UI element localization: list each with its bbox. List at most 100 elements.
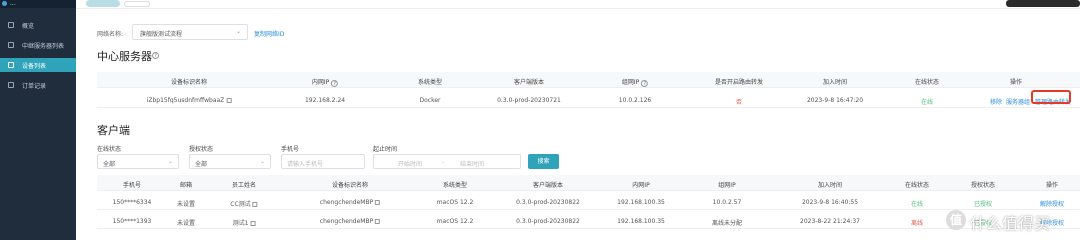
order-icon: [8, 82, 14, 88]
online-status-label: 在线状态: [97, 146, 122, 153]
sidebar-item-label: 中继服务器列表: [22, 43, 65, 50]
version-cell: 0.3.0-prod-20230721: [497, 97, 561, 104]
network-select[interactable]: 旗舰版测试流程 ⌄: [132, 24, 248, 40]
edit-icon[interactable]: [226, 98, 232, 103]
copy-network-id-link[interactable]: 复制网络ID: [254, 29, 284, 38]
edit-icon[interactable]: [252, 202, 258, 207]
phone-input[interactable]: 请输入手机号: [281, 154, 365, 169]
end-time-placeholder: 结束时间: [460, 161, 485, 168]
home-icon: [8, 22, 14, 28]
device-name-cell: chengchendeMBP: [320, 199, 381, 206]
net-ip-cell: 离线未分配: [711, 220, 743, 227]
column-header: 手机号: [122, 182, 142, 189]
chevron-down-icon: ⌄: [235, 28, 241, 35]
center-server-title: 中心服务器: [97, 50, 152, 63]
top-bar: [76, 0, 1080, 9]
column-header: 客户端版本: [532, 182, 564, 189]
sidebar: ... 概览 中继服务器列表 设备列表 订单记录: [0, 0, 76, 240]
client-table-header: 手机号 邮箱 员工姓名 设备标识名称 系统类型 客户端版本 内网IP 组网IP …: [97, 175, 1080, 191]
date-range-label: 起止时间: [373, 146, 398, 153]
online-status-select[interactable]: 全部 ⌄: [97, 154, 179, 169]
network-label: 网络名称:: [97, 31, 124, 38]
server-icon: [8, 42, 14, 48]
table-row: 150****6334 未设置 CC测试 chengchendeMBP macO…: [97, 194, 1080, 210]
column-header: 内网IP: [632, 182, 650, 189]
auth-status-label: 授权状态: [189, 146, 214, 153]
date-range-picker[interactable]: 开始时间 - 结束时间: [373, 154, 521, 169]
column-header: 是否开启路由转发: [714, 79, 764, 86]
column-header: 加入时间: [817, 182, 843, 189]
table-row: iZbp15fq5usdnfmffwbaaZ 192.168.2.24 Dock…: [97, 92, 1080, 108]
help-icon[interactable]: ?: [152, 52, 159, 59]
top-user-area[interactable]: [1006, 0, 1080, 7]
column-header: 组网IP ?: [622, 77, 649, 87]
column-header: 系统类型: [442, 182, 468, 189]
server-group-button[interactable]: 服务器组: [1006, 97, 1030, 106]
select-value: 全部: [103, 161, 116, 168]
watermark: 值 什么值得买: [946, 208, 1080, 240]
help-icon: ?: [641, 80, 649, 87]
name-cell: CC测试: [230, 199, 258, 208]
device-icon: [8, 62, 14, 68]
phone-cell: 150****6334: [112, 199, 152, 206]
sidebar-item-label: 概览: [22, 23, 35, 30]
os-cell: macOS 12.2: [436, 218, 474, 225]
routing-cell: 否: [735, 99, 743, 106]
name-cell: 测试1: [233, 218, 256, 227]
auth-status-select[interactable]: 全部 ⌄: [189, 154, 271, 169]
revoke-auth-button[interactable]: 解除授权: [1040, 199, 1064, 208]
top-chip[interactable]: [124, 1, 150, 7]
column-header: 组网IP: [718, 182, 736, 189]
chevron-down-icon: ⌄: [259, 158, 265, 165]
column-header: 在线状态: [914, 79, 940, 86]
version-cell: 0.3.0-prod-20230822: [516, 218, 580, 225]
column-header: 操作: [1009, 79, 1023, 86]
logo: ...: [0, 0, 76, 8]
version-cell: 0.3.0-prod-20230822: [516, 199, 580, 206]
top-tab-button[interactable]: [86, 0, 120, 7]
sidebar-item-label: 设备列表: [22, 63, 47, 70]
column-header: 在线状态: [904, 182, 930, 189]
auth-badge: 已授权: [973, 201, 993, 208]
sidebar-item-orders[interactable]: 订单记录: [0, 78, 76, 92]
lan-ip-cell: 192.168.100.35: [617, 218, 665, 225]
watermark-logo-icon: 值: [946, 210, 966, 230]
edit-icon[interactable]: [250, 221, 256, 226]
lan-ip-cell: 192.168.2.24: [304, 97, 346, 104]
device-name-cell: chengchendeMBP: [320, 218, 381, 225]
sidebar-item-relay-servers[interactable]: 中继服务器列表: [0, 38, 76, 52]
watermark-text: 什么值得买: [970, 214, 1051, 233]
remove-button[interactable]: 移除: [990, 97, 1002, 106]
column-header: 员工姓名: [231, 182, 257, 189]
joined-cell: 2023-9-8 16:40:55: [801, 199, 859, 206]
email-cell: 未设置: [176, 220, 196, 227]
lan-ip-cell: 192.168.100.35: [617, 199, 665, 206]
sidebar-item-label: 订单记录: [22, 83, 47, 90]
search-button[interactable]: 搜索: [528, 154, 559, 169]
status-badge: 离线: [910, 220, 924, 227]
status-badge: 在线: [910, 201, 924, 208]
column-header: 设备标识名称: [331, 182, 369, 189]
client-title: 客户端: [97, 124, 130, 137]
column-header: 设备标识名称: [170, 79, 208, 86]
net-ip-cell: 10.0.2.57: [712, 199, 742, 206]
phone-label: 手机号: [281, 146, 300, 153]
chevron-down-icon: ⌄: [167, 158, 173, 165]
status-badge: 在线: [920, 99, 934, 106]
column-header: 系统类型: [417, 79, 443, 86]
center-server-table-header: 设备标识名称 内网IP ? 系统类型 客户端版本 组网IP ? 是否开启路由转发…: [97, 72, 1080, 88]
joined-cell: 2023-9-8 16:47:20: [806, 97, 864, 104]
column-header: 操作: [1045, 182, 1059, 189]
date-separator: -: [442, 159, 445, 166]
help-icon: ?: [331, 80, 339, 87]
net-ip-cell: 10.0.2.126: [618, 97, 652, 104]
sidebar-item-overview[interactable]: 概览: [0, 18, 76, 32]
sidebar-item-devices[interactable]: 设备列表: [0, 58, 76, 72]
device-name-cell: iZbp15fq5usdnfmffwbaaZ: [147, 97, 232, 104]
joined-cell: 2023-8-22 21:24:37: [800, 218, 860, 225]
highlight-box: [1031, 90, 1071, 104]
edit-icon[interactable]: [375, 200, 381, 205]
select-value: 全部: [195, 161, 208, 168]
edit-icon[interactable]: [375, 219, 381, 224]
column-header: 客户端版本: [513, 79, 545, 86]
